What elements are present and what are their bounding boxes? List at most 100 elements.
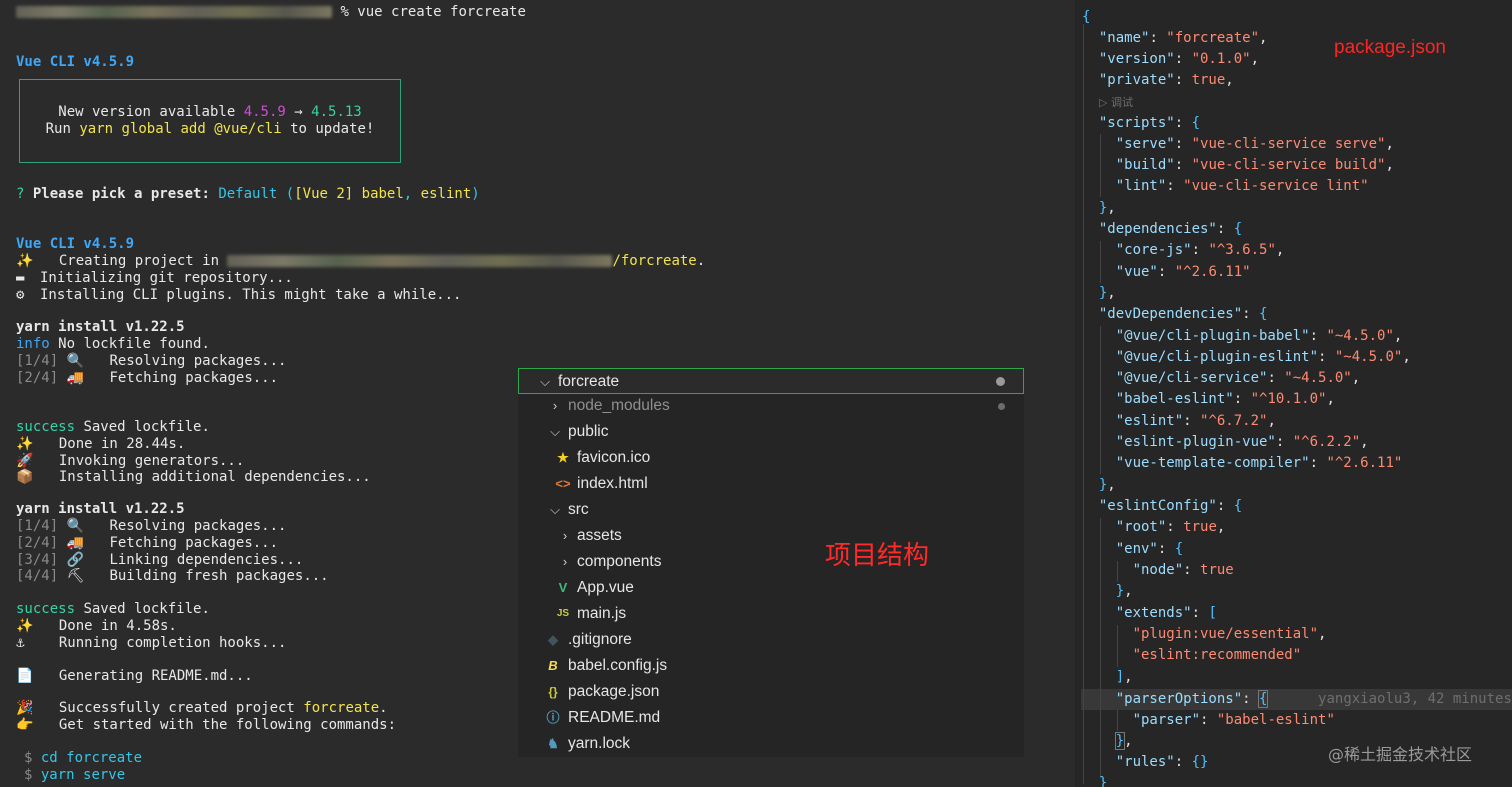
javascript-icon: JS [556,608,570,619]
invoking-line: 🚀 Invoking generators... [16,453,245,469]
json-line: "env": { [1115,541,1184,557]
info-icon: ⓘ [546,710,560,725]
json-line: "core-js": "^3.6.5", [1115,242,1285,258]
preset-line: ? Please pick a preset: Default ([Vue 2]… [16,186,480,202]
created-line: 🎉 Successfully created project forcreate… [16,700,388,716]
file-readme[interactable]: ⓘ README.md [518,705,1024,731]
sparkles-icon: ✨ [16,436,34,452]
git-blame-annotation: yangxiaolu3, 42 minutes [1318,691,1512,707]
info-line: info No lockfile found. [16,336,210,352]
package-json-editor: { "name": "forcreate", "version": "0.1.0… [1075,0,1512,787]
party-popper-icon: 🎉 [16,700,34,716]
file-index-html[interactable]: <> index.html [518,471,1024,497]
file-package-json[interactable]: {} package.json [518,679,1024,705]
chevron-down-icon: ⌵ [550,502,560,517]
anchor-icon: ⚓ [16,635,25,651]
creating-line: ✨ Creating project in /forcreate. [16,253,706,269]
update-line-1: New version available 4.5.9 → 4.5.13 [58,104,362,120]
rocket-icon: 🚀 [16,453,34,469]
step-line: [4/4] ⛏ Building fresh packages... [16,568,329,584]
modified-dot-icon [996,377,1005,386]
file-babel-config[interactable]: B babel.config.js [518,653,1024,679]
json-line: }, [1098,200,1116,216]
json-line: "lint": "vue-cli-service lint" [1115,178,1369,194]
chevron-down-icon: ⌵ [540,374,550,389]
sparkles-icon: ✨ [16,253,34,269]
folder-public[interactable]: ⌵ public [518,419,1024,445]
json-line: "eslint:recommended" [1132,647,1302,663]
step-line: [1/4] 🔍 Resolving packages... [16,518,287,534]
folder-assets[interactable]: › assets [518,523,1024,549]
truck-icon: 🚚 [66,535,85,551]
yarn-install-heading-2: yarn install v1.22.5 [16,501,185,517]
project-structure-annotation: 项目结构 [825,541,930,571]
file-gitignore[interactable]: ◆ .gitignore [518,627,1024,653]
yarn-install-heading: yarn install v1.22.5 [16,319,185,335]
json-line: "extends": [ [1115,605,1217,621]
folder-src[interactable]: ⌵ src [518,497,1024,523]
ignored-dot-icon [998,403,1005,410]
yarn-icon: ♞ [547,736,559,751]
json-line: }, [1114,732,1133,750]
html-icon: <> [555,476,571,491]
prompt-command: % vue create forcreate [340,4,526,20]
json-line: "vue": "^2.6.11" [1115,264,1251,280]
hammer-icon: ⛏ [66,568,85,584]
vue-icon: V [558,580,568,595]
json-line: "@vue/cli-plugin-babel": "~4.5.0", [1115,328,1403,344]
json-line: "root": true, [1115,519,1226,535]
prompt-line: % vue create forcreate [16,4,526,21]
readme-line: 📄 Generating README.md... [16,668,253,684]
json-line: "node": true [1132,562,1234,578]
hooks-line: ⚓ Running completion hooks... [16,635,287,651]
cli-version-heading: Vue CLI v4.5.9 [16,54,135,70]
get-started-line: 👉 Get started with the following command… [16,717,397,733]
json-line: "babel-eslint": "^10.1.0", [1115,391,1335,407]
watermark: @稀土掘金技术社区 [1328,745,1473,764]
magnifier-icon: 🔍 [66,353,85,369]
debug-codelens[interactable]: ▷ 调试 [1099,92,1133,113]
git-icon: ◆ [548,632,558,647]
file-main-js[interactable]: JS main.js [518,601,1024,627]
blurred-user-path [16,6,332,18]
file-app-vue[interactable]: V App.vue [518,575,1024,601]
star-icon: ★ [557,450,569,465]
chevron-right-icon: › [562,528,568,543]
update-notice-box: New version available 4.5.9 → 4.5.13 Run… [19,79,401,163]
document-icon: 📄 [16,668,34,684]
json-line-current: "parserOptions": { yangxiaolu3, 42 minut… [1115,690,1512,708]
folder-forcreate[interactable]: ⌵ forcreate [518,368,1024,394]
truck-icon: 🚚 [66,370,85,386]
json-line: }, [1098,285,1116,301]
installing-plugins-line: ⚙ Installing CLI plugins. This might take… [16,287,462,303]
folder-components[interactable]: › components [518,549,1024,575]
success-line: success Saved lockfile. [16,419,210,435]
pointing-hand-icon: 👉 [16,717,34,733]
step-line: [1/4] 🔍 Resolving packages... [16,353,287,369]
json-line: "version": "0.1.0", [1098,51,1260,67]
cli-version-heading-2: Vue CLI v4.5.9 [16,236,135,252]
babel-icon: B [548,658,558,673]
package-icon: 📦 [16,469,34,485]
step-line: [2/4] 🚚 Fetching packages... [16,535,279,551]
file-explorer: ⌵ forcreate › node_modules ⌵ public ★ fa… [518,368,1024,757]
json-icon: {} [548,685,558,699]
json-line: }, [1115,583,1133,599]
json-line: "scripts": { [1098,115,1201,131]
file-favicon[interactable]: ★ favicon.ico [518,445,1024,471]
json-line: "@vue/cli-plugin-eslint": "~4.5.0", [1115,349,1411,365]
chevron-down-icon: ⌵ [550,424,560,439]
folder-node-modules[interactable]: › node_modules [518,393,1024,419]
installing-deps-line: 📦 Installing additional dependencies... [16,469,371,485]
json-line: "eslint-plugin-vue": "^6.2.2", [1115,434,1369,450]
done-line-2: ✨ Done in 4.58s. [16,618,177,634]
chevron-right-icon: › [552,398,558,413]
json-line: "name": "forcreate", [1098,30,1268,46]
chevron-right-icon: › [562,554,568,569]
json-line: "@vue/cli-service": "~4.5.0", [1115,370,1361,386]
json-line: "eslint": "^6.7.2", [1115,413,1276,429]
done-line: ✨ Done in 28.44s. [16,436,186,452]
json-line: "build": "vue-cli-service build", [1115,157,1394,173]
file-yarn-lock[interactable]: ♞ yarn.lock [518,731,1024,757]
json-line: { [1082,9,1091,25]
